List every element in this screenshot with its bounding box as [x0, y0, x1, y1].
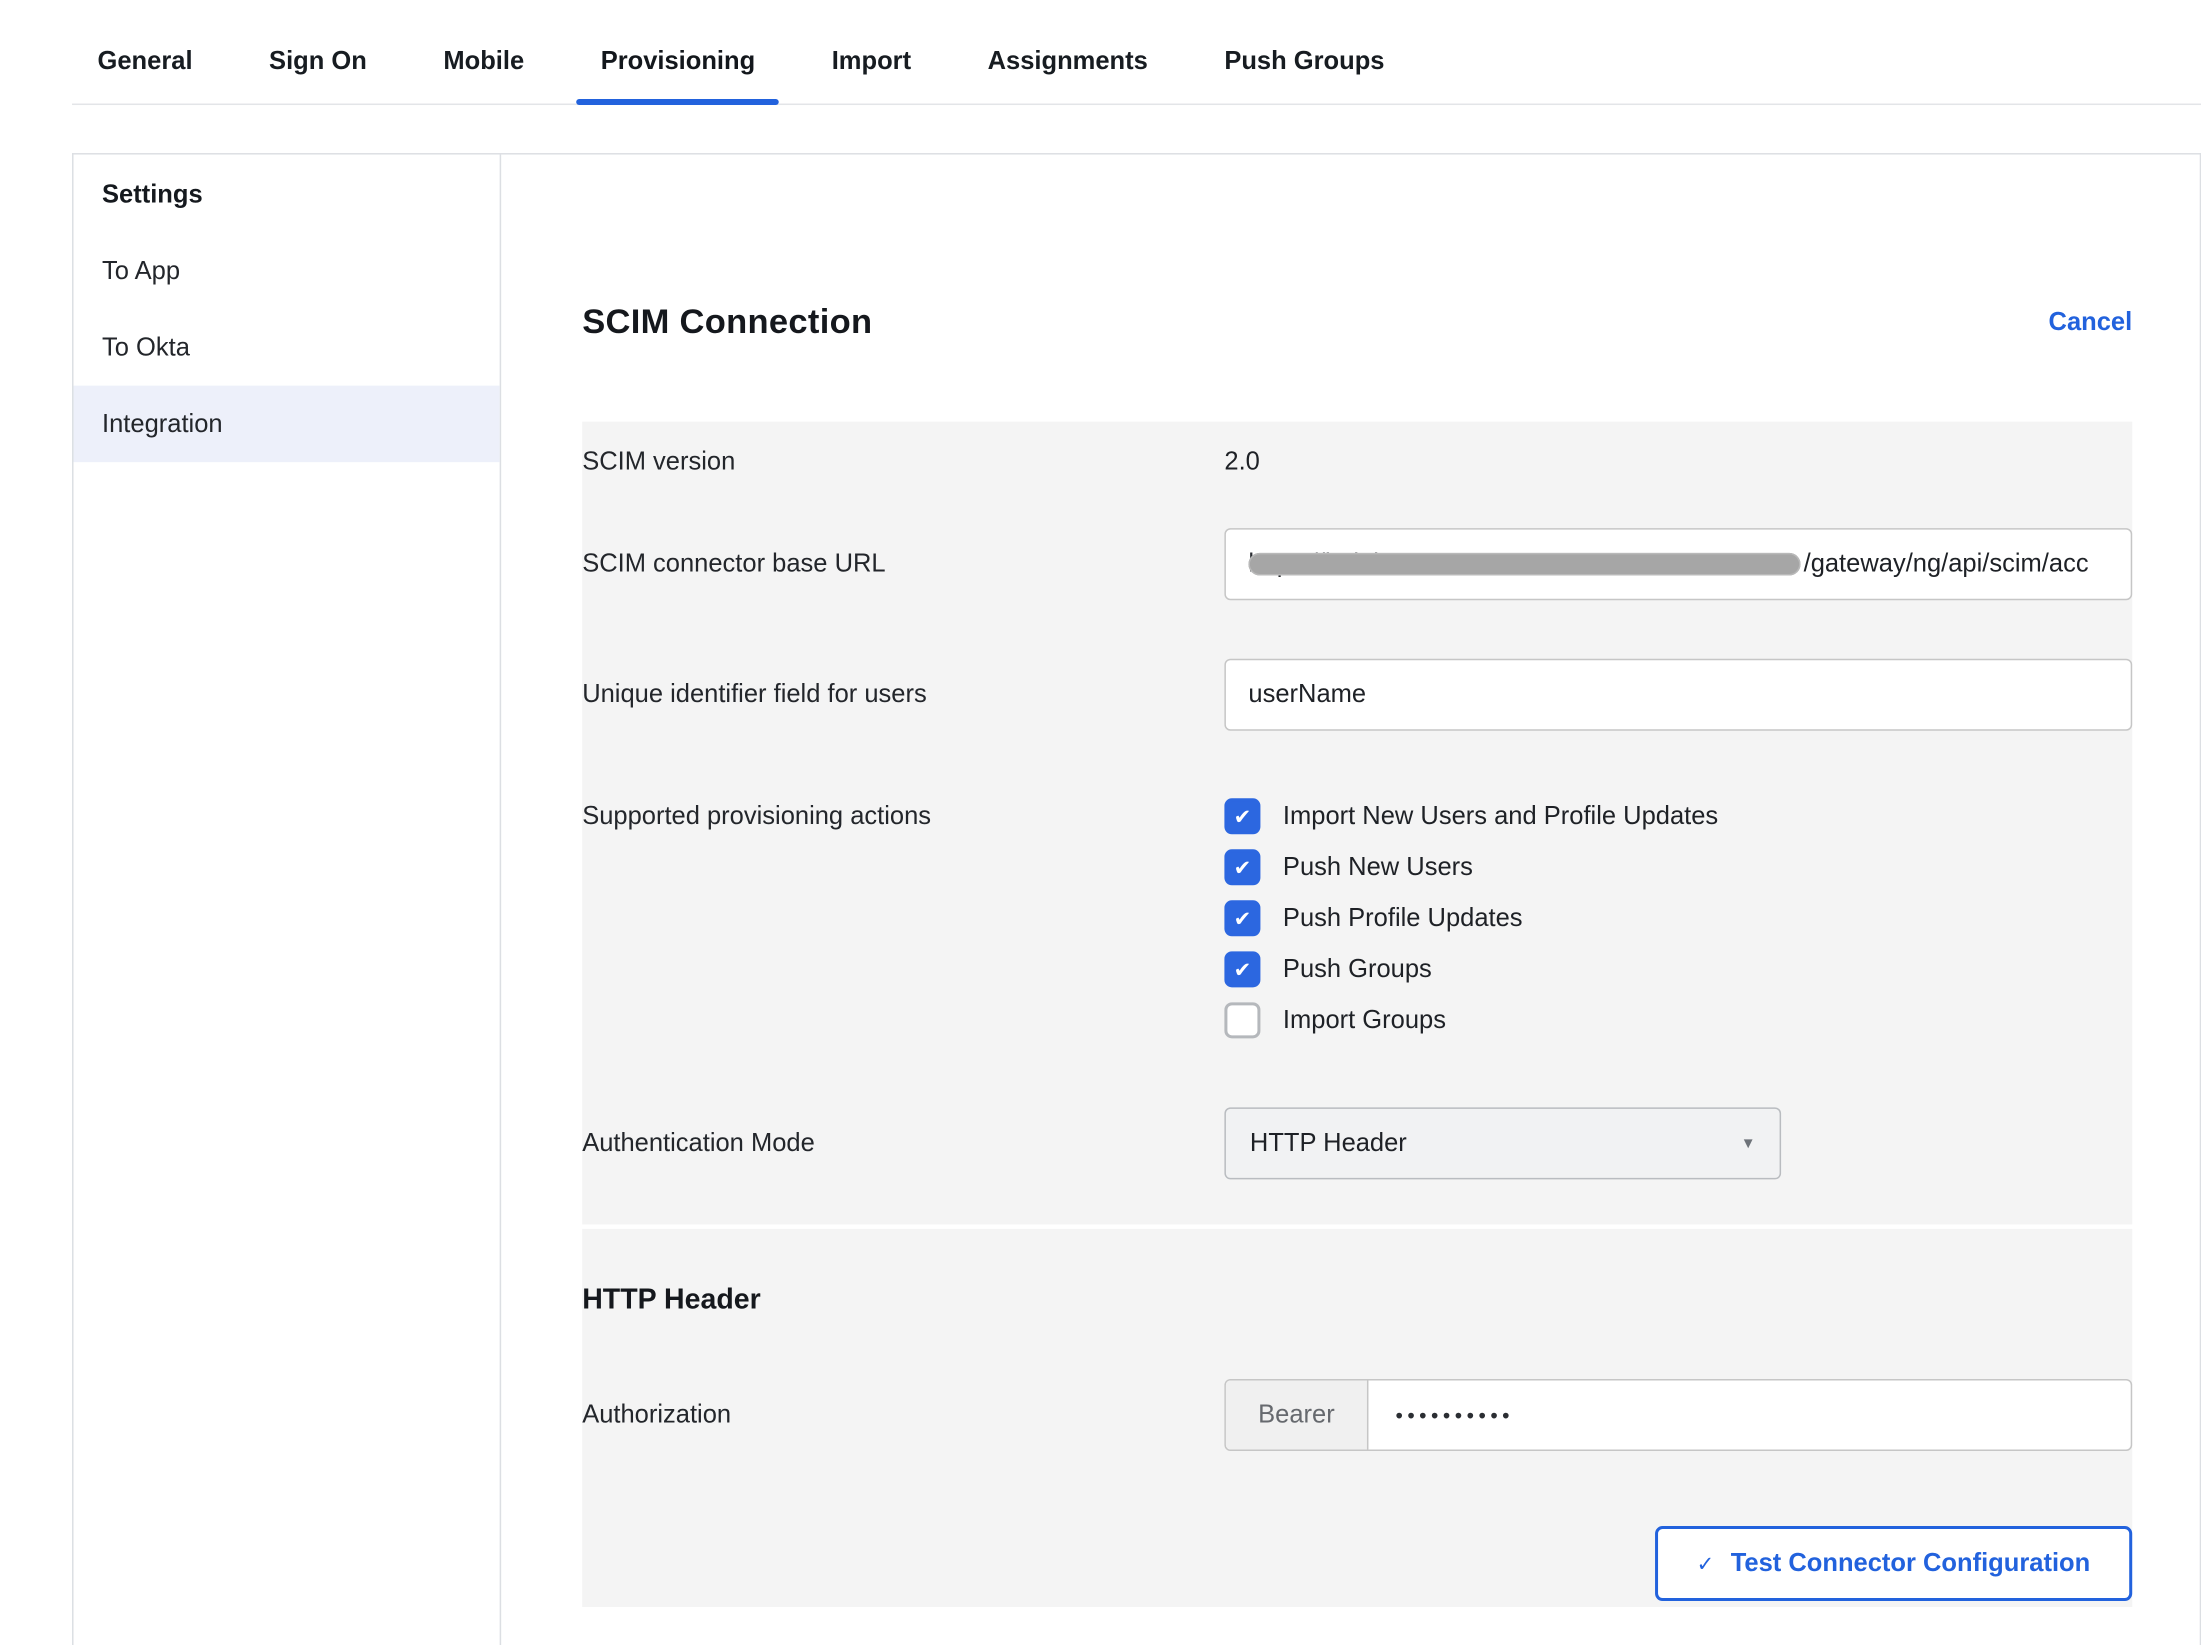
- sidebar-heading: Settings: [74, 158, 500, 233]
- provisioning-actions-row: Supported provisioning actions Import Ne…: [582, 791, 2132, 1046]
- scim-version-row: SCIM version 2.0: [582, 446, 2132, 478]
- tab-mobile[interactable]: Mobile: [443, 47, 524, 104]
- checkbox-push-profile-updates[interactable]: [1224, 900, 1260, 936]
- visible-url-segment: /gateway/ng/api/scim/acc: [1804, 549, 2089, 579]
- scim-base-url-input[interactable]: https://b5lab-125-19-67-148/gateway/ng/a…: [1224, 528, 2132, 600]
- checkbox-push-new-users[interactable]: [1224, 849, 1260, 885]
- bearer-prefix: Bearer: [1226, 1380, 1369, 1449]
- scim-connection-panel: SCIM Connection Cancel SCIM version 2.0 …: [501, 155, 2201, 1645]
- option-import-new-users[interactable]: Import New Users and Profile Updates: [1224, 791, 1718, 842]
- sidebar-item-integration[interactable]: Integration: [74, 386, 500, 463]
- option-push-profile-updates[interactable]: Push Profile Updates: [1224, 893, 1718, 944]
- chevron-down-icon: ▼: [1741, 1135, 1756, 1152]
- base-url-row: SCIM connector base URL https://b5lab-12…: [582, 528, 2132, 600]
- http-header-section: HTTP Header Authorization Bearer •••••••…: [582, 1229, 2132, 1607]
- app-tab-bar: General Sign On Mobile Provisioning Impo…: [72, 0, 2201, 105]
- base-url-label: SCIM connector base URL: [582, 528, 1224, 600]
- tab-assignments[interactable]: Assignments: [988, 47, 1148, 104]
- settings-sidebar: Settings To App To Okta Integration: [74, 155, 502, 1645]
- provisioning-settings-page: General Sign On Mobile Provisioning Impo…: [0, 0, 2201, 1645]
- checkbox-import-groups[interactable]: [1224, 1002, 1260, 1038]
- redacted-url-segment: https://b5lab-125-19-67-148: [1248, 549, 1803, 579]
- sidebar-item-to-okta[interactable]: To Okta: [74, 309, 500, 386]
- provisioning-actions-group: Import New Users and Profile Updates Pus…: [1224, 791, 1718, 1046]
- auth-mode-select[interactable]: HTTP Header ▼: [1224, 1107, 1781, 1179]
- checkbox-push-groups[interactable]: [1224, 951, 1260, 987]
- test-connector-button[interactable]: ✓ Test Connector Configuration: [1655, 1526, 2133, 1601]
- tab-general[interactable]: General: [98, 47, 193, 104]
- authorization-input-group: Bearer ••••••••••: [1224, 1379, 2132, 1451]
- option-push-new-users[interactable]: Push New Users: [1224, 842, 1718, 893]
- bearer-token-input[interactable]: ••••••••••: [1368, 1380, 2130, 1449]
- connection-settings-section: SCIM version 2.0 SCIM connector base URL…: [582, 422, 2132, 1225]
- authorization-row: Authorization Bearer ••••••••••: [582, 1379, 2132, 1451]
- authorization-label: Authorization: [582, 1379, 1224, 1451]
- page-title: SCIM Connection: [582, 302, 872, 343]
- unique-id-row: Unique identifier field for users userNa…: [582, 659, 2132, 731]
- scim-version-value: 2.0: [1224, 446, 1259, 478]
- unique-id-label: Unique identifier field for users: [582, 659, 1224, 731]
- option-import-groups[interactable]: Import Groups: [1224, 995, 1718, 1046]
- check-icon: ✓: [1697, 1551, 1715, 1577]
- cancel-link-top[interactable]: Cancel: [2049, 307, 2133, 337]
- tab-sign-on[interactable]: Sign On: [269, 47, 367, 104]
- unique-id-input[interactable]: userName: [1224, 659, 2132, 731]
- scim-version-label: SCIM version: [582, 446, 1224, 478]
- provisioning-card: Settings To App To Okta Integration SCIM…: [72, 153, 2201, 1645]
- auth-mode-row: Authentication Mode HTTP Header ▼: [582, 1107, 2132, 1179]
- checkbox-import-new-users[interactable]: [1224, 798, 1260, 834]
- option-push-groups[interactable]: Push Groups: [1224, 944, 1718, 995]
- http-header-heading: HTTP Header: [582, 1283, 2132, 1319]
- tab-provisioning[interactable]: Provisioning: [601, 47, 756, 104]
- auth-mode-label: Authentication Mode: [582, 1107, 1224, 1179]
- provisioning-actions-label: Supported provisioning actions: [582, 791, 1224, 842]
- tab-push-groups[interactable]: Push Groups: [1224, 47, 1384, 104]
- tab-import[interactable]: Import: [832, 47, 911, 104]
- sidebar-item-to-app[interactable]: To App: [74, 233, 500, 310]
